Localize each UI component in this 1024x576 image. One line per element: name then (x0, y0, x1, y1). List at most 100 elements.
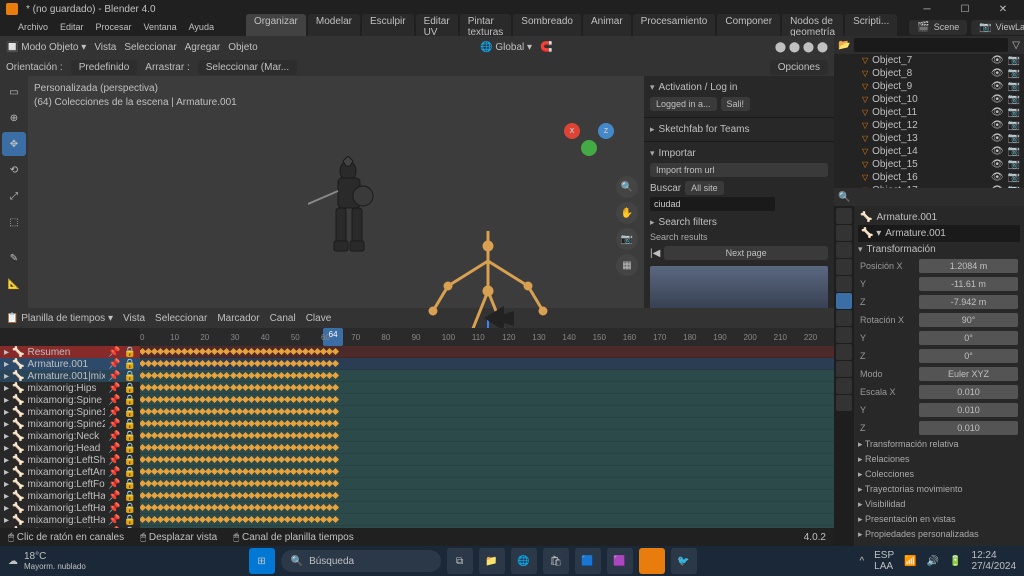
prev-icon[interactable]: |◀ (650, 248, 660, 259)
tab-world[interactable] (836, 276, 852, 292)
tool-select[interactable]: ▭ (2, 80, 26, 104)
channel-row[interactable]: ▸🦴Armature.001📌🔒 (0, 358, 140, 370)
options-button[interactable]: Opciones (770, 60, 828, 75)
object-name[interactable]: Armature.001 (876, 212, 937, 223)
keyframe-area[interactable] (140, 346, 834, 528)
channel-row[interactable]: ▸🦴Resumen📌🔒 (0, 346, 140, 358)
3d-viewport[interactable]: Personalizada (perspectiva) (64) Colecci… (28, 76, 644, 308)
tl-key[interactable]: Clave (306, 313, 332, 324)
outliner-search[interactable] (854, 38, 1008, 52)
pos-z[interactable]: -7.942 m (919, 295, 1018, 309)
edge-icon[interactable]: 🌐 (511, 548, 537, 574)
tab-constraints[interactable] (836, 361, 852, 377)
task-view-icon[interactable]: ⧉ (447, 548, 473, 574)
axis-z-icon[interactable]: Z (598, 123, 614, 139)
next-page-button[interactable]: Next page (664, 246, 828, 260)
channel-row[interactable]: ▸🦴Armature.001|mixamo.com|L...📌🔒 (0, 370, 140, 382)
tool-transform[interactable]: ⬚ (2, 210, 26, 234)
perspective-icon[interactable]: ▦ (616, 254, 638, 276)
tab-output[interactable] (836, 225, 852, 241)
outliner-tree[interactable]: ▽Object_7👁📷▽Object_8👁📷▽Object_9👁📷▽Object… (834, 54, 1024, 188)
props-search-icon[interactable]: 🔍 (838, 192, 850, 203)
menu-window[interactable]: Ventana (144, 22, 177, 32)
mode-selector[interactable]: 🔲 Modo Objeto ▾ (6, 42, 86, 53)
vp-menu-view[interactable]: Vista (94, 42, 116, 53)
tab-data[interactable] (836, 378, 852, 394)
tab-modifiers[interactable] (836, 310, 852, 326)
weather-widget[interactable]: ☁ 18°CMayorm. nublado (8, 551, 86, 571)
outliner-item[interactable]: ▽Object_8👁📷 (834, 67, 1024, 80)
channel-row[interactable]: ▸🦴mixamorig:Head📌🔒 (0, 442, 140, 454)
orientation-selector[interactable]: 🌐 Global ▾ (480, 42, 532, 53)
outliner-item[interactable]: ▽Object_11👁📷 (834, 106, 1024, 119)
menu-help[interactable]: Ayuda (189, 22, 214, 32)
minimize-button[interactable]: ─ (912, 4, 942, 15)
outliner-item[interactable]: ▽Object_14👁📷 (834, 145, 1024, 158)
vp-menu-object[interactable]: Objeto (228, 42, 257, 53)
axis-y-icon[interactable] (581, 140, 597, 156)
nav-gizmo[interactable]: X Z (564, 106, 614, 156)
tool-rotate[interactable]: ⟲ (2, 158, 26, 182)
sca-x[interactable]: 0.010 (919, 385, 1018, 399)
pan-icon[interactable]: ✋ (616, 202, 638, 224)
channel-tree[interactable]: ▸🦴Resumen📌🔒▸🦴Armature.001📌🔒▸🦴Armature.00… (0, 346, 140, 528)
tab-particles[interactable] (836, 327, 852, 343)
channel-row[interactable]: ▸🦴mixamorig:LeftHan📌🔒 (0, 502, 140, 514)
app-icon-2[interactable]: 🟪 (607, 548, 633, 574)
sf-header-auth[interactable]: ▾ Activation / Log in (650, 80, 828, 95)
menu-edit[interactable]: Editar (60, 22, 84, 32)
rot-y[interactable]: 0° (919, 331, 1018, 345)
channel-row[interactable]: ▸🦴mixamorig:LeftHan📌🔒 (0, 490, 140, 502)
channel-row[interactable]: ▸🦴mixamorig:Neck📌🔒 (0, 430, 140, 442)
sca-z[interactable]: 0.010 (919, 421, 1018, 435)
maximize-button[interactable]: ☐ (950, 4, 980, 15)
tl-select[interactable]: Seleccionar (155, 313, 207, 324)
outliner-item[interactable]: ▽Object_15👁📷 (834, 158, 1024, 171)
outliner-item[interactable]: ▽Object_16👁📷 (834, 171, 1024, 184)
rot-mode[interactable]: Euler XYZ (919, 367, 1018, 381)
sf-filters[interactable]: ▸ Search filters (650, 215, 828, 230)
menu-file[interactable]: Archivo (18, 22, 48, 32)
explorer-icon[interactable]: 📁 (479, 548, 505, 574)
prop-section[interactable]: ▸ Trayectorias movimiento (858, 482, 1020, 497)
channel-row[interactable]: ▸🦴mixamorig:LeftSho📌🔒 (0, 454, 140, 466)
outliner-item[interactable]: ▽Object_13👁📷 (834, 132, 1024, 145)
orient-preset[interactable]: Predefinido (71, 60, 138, 75)
outliner-item[interactable]: ▽Object_10👁📷 (834, 93, 1024, 106)
timeline-ruler[interactable]: 64 0102030405060708090100110120130140150… (140, 328, 834, 346)
rot-x[interactable]: 90° (919, 313, 1018, 327)
battery-icon[interactable]: 🔋 (949, 556, 961, 567)
shading-icons[interactable]: ⬤ ⬤ ⬤ ⬤ (775, 42, 828, 53)
filter-icon[interactable]: ▽ (1012, 40, 1020, 51)
sca-y[interactable]: 0.010 (919, 403, 1018, 417)
outliner-item[interactable]: ▽Object_9👁📷 (834, 80, 1024, 93)
search-input[interactable] (650, 197, 775, 211)
outliner-type-icon[interactable]: 📂 (838, 40, 850, 51)
channel-row[interactable]: ▸🦴mixamorig:LeftHan📌🔒 (0, 514, 140, 526)
drag-select[interactable]: Seleccionar (Mar... (198, 60, 297, 75)
prop-section[interactable]: ▸ Propiedades personalizadas (858, 527, 1020, 542)
outliner-item[interactable]: ▽Object_7👁📷 (834, 54, 1024, 67)
tool-annotate[interactable]: ✎ (2, 246, 26, 270)
pos-x[interactable]: 1.2084 m (919, 259, 1018, 273)
tab-scene[interactable] (836, 259, 852, 275)
blender-task-icon[interactable] (639, 548, 665, 574)
app-icon-1[interactable]: 🟦 (575, 548, 601, 574)
transform-header[interactable]: ▾ Transformación (858, 242, 1020, 257)
channel-row[interactable]: ▸🦴mixamorig:LeftArm📌🔒 (0, 466, 140, 478)
prop-section[interactable]: ▸ Visibilidad (858, 497, 1020, 512)
zoom-icon[interactable]: 🔍 (616, 176, 638, 198)
wifi-icon[interactable]: 📶 (904, 556, 916, 567)
datablock-name[interactable]: Armature.001 (885, 228, 946, 239)
prop-section[interactable]: ▸ Colecciones (858, 467, 1020, 482)
tool-cursor[interactable]: ⊕ (2, 106, 26, 130)
prop-section[interactable]: ▸ Presentación en vistas (858, 512, 1020, 527)
channel-row[interactable]: ▸🦴mixamorig:Spine1📌🔒 (0, 406, 140, 418)
taskbar-search[interactable]: 🔍 Búsqueda (281, 550, 441, 572)
sf-teams[interactable]: ▸ Sketchfab for Teams (650, 122, 828, 137)
camera-icon[interactable]: 📷 (616, 228, 638, 250)
channel-row[interactable]: ▸🦴mixamorig:LeftFor📌🔒 (0, 478, 140, 490)
viewlayer-selector[interactable]: 📷 ViewLayer (971, 20, 1024, 35)
store-icon[interactable]: 🛍 (543, 548, 569, 574)
prop-section[interactable]: ▸ Relaciones (858, 452, 1020, 467)
